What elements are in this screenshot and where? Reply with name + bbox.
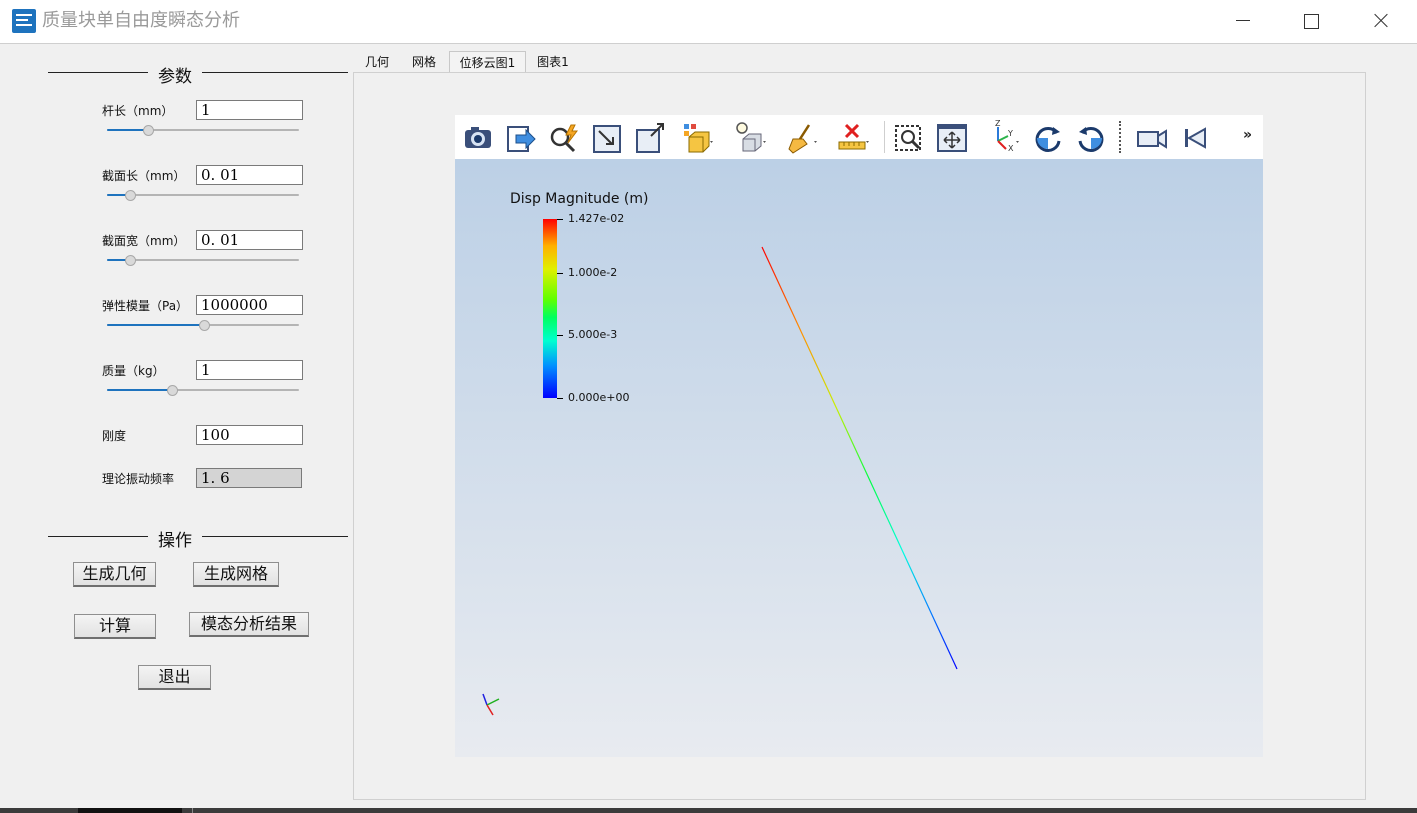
rod-length-slider[interactable] xyxy=(107,125,299,136)
mass-slider[interactable] xyxy=(107,385,299,396)
custom-resize-icon[interactable] xyxy=(633,119,667,155)
toolbar-more-button[interactable]: » xyxy=(1243,127,1252,143)
elastic-modulus-input[interactable]: 1000000 xyxy=(196,295,303,315)
ruler-icon[interactable] xyxy=(836,119,870,155)
select-icon[interactable] xyxy=(892,119,926,155)
params-section-title: 参数 xyxy=(158,67,192,87)
theory-frequency-label: 理论振动频率 xyxy=(102,472,175,486)
app-icon xyxy=(12,9,36,33)
gen-mesh-button[interactable]: 生成网格 xyxy=(193,562,279,587)
tab-geometry[interactable]: 几何 xyxy=(360,51,394,73)
close-button[interactable] xyxy=(1358,6,1404,36)
tab-displacement-contour[interactable]: 位移云图1 xyxy=(449,51,526,73)
exit-button[interactable]: 退出 xyxy=(138,665,211,690)
rod-length-label: 杆长（mm） xyxy=(102,104,174,118)
svg-text:X: X xyxy=(1008,144,1014,153)
svg-text:Y: Y xyxy=(1007,129,1013,138)
cube-3d-icon[interactable] xyxy=(681,119,715,155)
taskbar-strip xyxy=(0,808,1417,813)
section-width-input[interactable]: 0. 01 xyxy=(196,230,303,250)
orientation-axes-icon xyxy=(482,693,500,716)
divider xyxy=(48,72,148,73)
render-viewport[interactable]: ZYX » Disp Magnitude (m) 1.427e-02 1.000… xyxy=(455,115,1263,757)
section-length-label: 截面长（mm） xyxy=(102,169,186,183)
axes-xyz-icon[interactable]: ZYX xyxy=(986,119,1020,155)
mass-input[interactable]: 1 xyxy=(196,360,303,380)
section-length-slider[interactable] xyxy=(107,190,299,201)
maximize-button[interactable] xyxy=(1288,6,1334,36)
reset-camera-icon[interactable] xyxy=(935,119,969,155)
mass-label: 质量（kg） xyxy=(102,364,165,378)
elastic-modulus-label: 弹性模量（Pa） xyxy=(102,299,189,313)
divider xyxy=(202,536,348,537)
svg-text:Z: Z xyxy=(995,119,1001,128)
section-width-slider[interactable] xyxy=(107,255,299,266)
camera-icon[interactable] xyxy=(461,119,495,155)
title-bar: 质量块单自由度瞬态分析 xyxy=(0,0,1417,42)
stiffness-input[interactable]: 100 xyxy=(196,425,303,445)
rotate-ccw-icon[interactable] xyxy=(1074,119,1108,155)
render-area[interactable]: Disp Magnitude (m) 1.427e-02 1.000e-2 5.… xyxy=(455,159,1263,757)
divider xyxy=(202,72,348,73)
export-icon[interactable] xyxy=(504,119,538,155)
minimize-button[interactable] xyxy=(1219,6,1265,36)
section-width-label: 截面宽（mm） xyxy=(102,234,186,248)
first-frame-icon[interactable] xyxy=(1178,119,1212,155)
beam-displacement-line xyxy=(761,246,958,670)
compute-button[interactable]: 计算 xyxy=(74,614,156,639)
resize-icon[interactable] xyxy=(590,119,624,155)
elastic-modulus-slider[interactable] xyxy=(107,320,299,331)
ops-section-title: 操作 xyxy=(158,531,192,551)
tab-mesh[interactable]: 网格 xyxy=(406,51,442,73)
window-title: 质量块单自由度瞬态分析 xyxy=(42,10,240,31)
section-length-input[interactable]: 0. 01 xyxy=(196,165,303,185)
theory-frequency-field: 1. 6 xyxy=(196,468,302,488)
gen-geometry-button[interactable]: 生成几何 xyxy=(73,562,156,587)
viewer-toolbar: ZYX » xyxy=(455,115,1263,159)
stiffness-label: 刚度 xyxy=(102,429,127,443)
clear-icon[interactable] xyxy=(785,119,819,155)
rod-length-input[interactable]: 1 xyxy=(196,100,303,120)
camera-video-icon[interactable] xyxy=(1135,119,1169,155)
tab-chart[interactable]: 图表1 xyxy=(532,51,574,73)
modal-result-button[interactable]: 模态分析结果 xyxy=(189,612,309,637)
divider xyxy=(48,536,148,537)
interactive-probe-icon[interactable] xyxy=(547,119,581,155)
beam-segment xyxy=(761,246,958,670)
rotate-cw-icon[interactable] xyxy=(1031,119,1065,155)
light-icon[interactable] xyxy=(734,119,768,155)
